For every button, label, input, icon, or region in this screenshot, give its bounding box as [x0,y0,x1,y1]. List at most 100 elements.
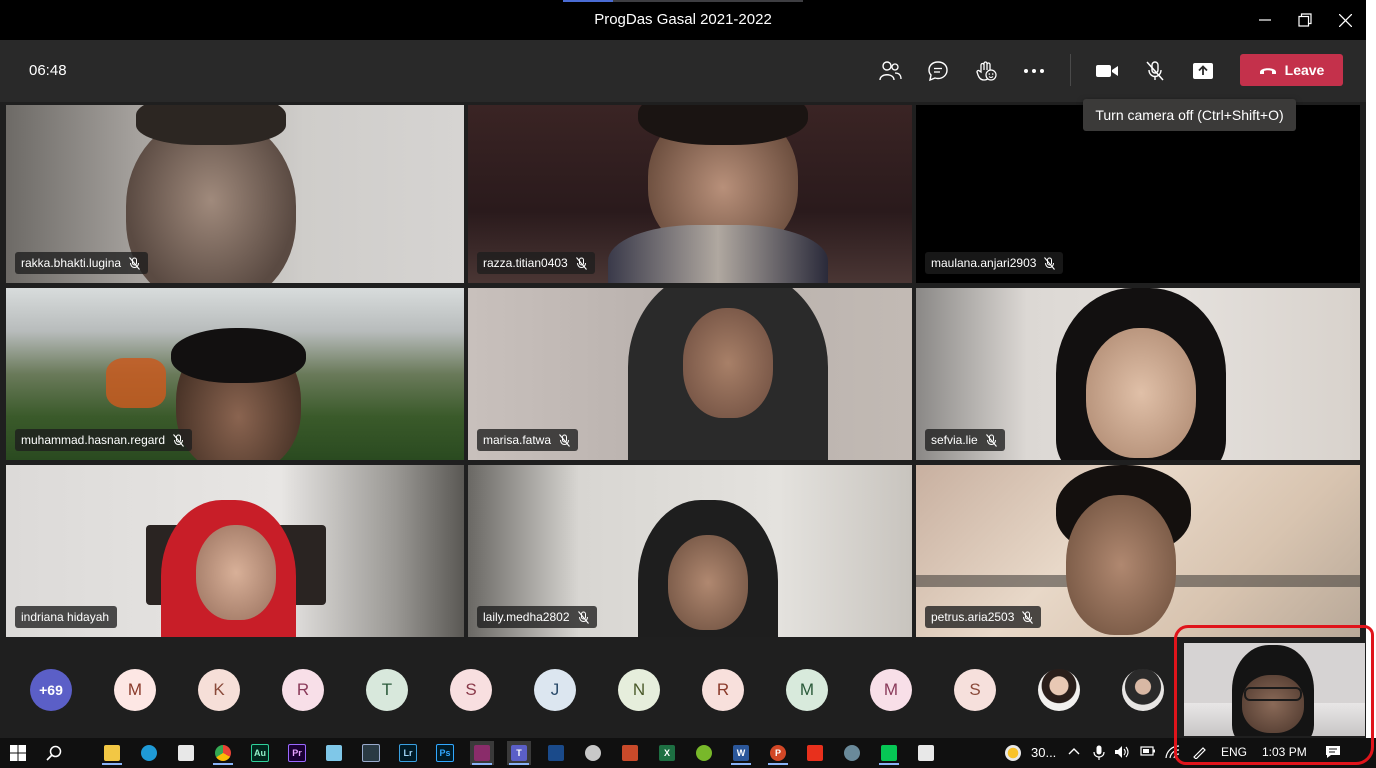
avatar[interactable]: S [450,669,492,711]
video-tile[interactable]: rakka.bhakti.lugina [6,105,464,283]
reactions-button[interactable] [972,57,1000,85]
muted-mic-icon [577,610,589,624]
language-indicator[interactable]: ENG [1221,745,1247,759]
taskbar-utorrent[interactable] [692,741,716,765]
excel-icon: X [659,745,675,761]
avatar-photo[interactable] [1038,669,1080,711]
participant-nameplate: razza.titian0403 [477,252,595,274]
avatar[interactable]: R [282,669,324,711]
taskbar-teams[interactable]: T [507,741,531,765]
taskbar-app[interactable] [359,741,383,765]
start-button[interactable] [6,741,30,765]
more-actions-button[interactable] [1020,57,1048,85]
taskbar-edge[interactable] [137,741,161,765]
taskbar-store[interactable] [174,741,198,765]
mic-toggle-button[interactable] [1141,57,1169,85]
app-icon [844,745,860,761]
taskbar-file-explorer[interactable] [100,741,124,765]
mic-off-icon [1146,61,1164,81]
participant-overflow-row: +69 M K R T S J N R M M S [0,638,1170,738]
taskbar-app[interactable] [840,741,864,765]
video-tile[interactable]: muhammad.hasnan.regard [6,288,464,460]
self-view-video[interactable] [1184,643,1365,736]
muted-mic-icon [985,433,997,447]
taskbar-lightroom[interactable]: Lr [396,741,420,765]
lightroom-icon: Lr [399,744,417,762]
avatar[interactable]: N [618,669,660,711]
minimize-icon [1259,19,1271,21]
more-options-icon [1024,69,1044,73]
app-icon [548,745,564,761]
video-tile[interactable]: razza.titian0403 [468,105,912,283]
overflow-count-badge[interactable]: +69 [30,669,72,711]
taskbar-premiere[interactable]: Pr [285,741,309,765]
taskbar-app[interactable] [914,741,938,765]
avatar[interactable]: T [366,669,408,711]
muted-mic-icon [1044,256,1056,270]
desktop-edge [1366,0,1376,738]
close-button[interactable] [1335,10,1355,30]
tray-pen[interactable] [1192,745,1208,762]
video-tile[interactable]: laily.medha2802 [468,465,912,637]
taskbar-word[interactable]: W [729,741,753,765]
show-conversation-button[interactable] [924,57,952,85]
notifications-icon [1326,746,1340,758]
taskbar-winrar[interactable] [470,741,494,765]
winrar-icon [474,745,490,761]
camera-toggle-button[interactable] [1093,57,1121,85]
hang-up-icon [1259,68,1276,74]
search-button[interactable] [42,741,66,765]
share-tray-icon [1193,63,1213,79]
participant-nameplate: marisa.fatwa [477,429,579,451]
tray-microphone[interactable] [1093,745,1105,764]
photoshop-icon: Ps [436,744,454,762]
taskbar-chrome[interactable] [211,741,235,765]
app-icon [622,745,638,761]
avatar[interactable]: K [198,669,240,711]
avatar[interactable]: R [702,669,744,711]
tray-volume[interactable] [1114,745,1130,762]
taskbar-app[interactable] [618,741,642,765]
taskbar-powerpoint[interactable]: P [766,741,790,765]
participant-name: marisa.fatwa [483,433,552,447]
video-tile[interactable]: marisa.fatwa [468,288,912,460]
taskbar-notepad[interactable] [322,741,346,765]
video-tile[interactable]: sefvia.lie [916,288,1360,460]
video-tile[interactable]: indriana hidayah [6,465,464,637]
weather-widget[interactable] [1001,741,1025,765]
avatar-photo[interactable] [1122,669,1164,711]
video-tile[interactable]: petrus.aria2503 [916,465,1360,637]
taskbar-excel[interactable]: X [655,741,679,765]
participant-name: muhammad.hasnan.regard [21,433,166,447]
video-tile[interactable]: maulana.anjari2903 [916,105,1360,283]
microphone-icon [1093,745,1105,760]
taskbar-audition[interactable]: Au [248,741,272,765]
taskbar-app[interactable] [581,741,605,765]
chrome-icon [215,745,231,761]
tray-wifi[interactable] [1165,745,1181,762]
taskbar-line[interactable] [877,741,901,765]
avatar[interactable]: S [954,669,996,711]
participant-name: rakka.bhakti.lugina [21,256,122,270]
clock[interactable]: 1:03 PM [1262,745,1307,759]
show-hidden-icons-button[interactable] [1067,745,1081,759]
restore-button[interactable] [1295,10,1315,30]
search-icon [46,745,62,761]
avatar[interactable]: M [786,669,828,711]
wifi-icon [1165,745,1180,759]
raise-hand-icon [976,61,997,81]
store-icon [178,745,194,761]
tray-battery[interactable] [1140,745,1156,760]
minimize-button[interactable] [1255,10,1275,30]
avatar[interactable]: M [870,669,912,711]
action-center-button[interactable] [1325,745,1341,762]
leave-button[interactable]: Leave [1240,54,1343,86]
audition-icon: Au [251,744,269,762]
avatar[interactable]: J [534,669,576,711]
share-content-button[interactable] [1189,57,1217,85]
show-participants-button[interactable] [876,57,904,85]
taskbar-photoshop[interactable]: Ps [433,741,457,765]
taskbar-app[interactable] [544,741,568,765]
taskbar-acrobat[interactable] [803,741,827,765]
avatar[interactable]: M [114,669,156,711]
